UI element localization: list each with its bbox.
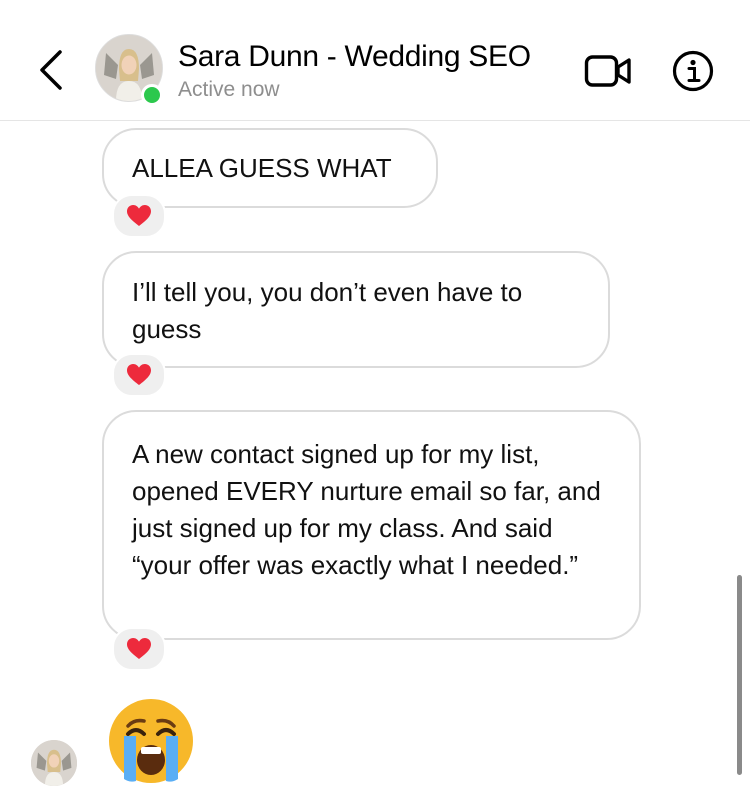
- message-text: ALLEA GUESS WHAT: [132, 152, 392, 183]
- message-bubble[interactable]: I’ll tell you, you don’t even have to gu…: [102, 251, 610, 368]
- chevron-left-icon: [40, 50, 62, 90]
- message-reaction[interactable]: [112, 353, 166, 397]
- heart-icon: [127, 205, 151, 226]
- chat-header: Sara Dunn - Wedding SEO Active now: [0, 0, 750, 121]
- online-indicator: [141, 84, 163, 106]
- video-call-button[interactable]: [584, 52, 634, 90]
- message-text: I’ll tell you, you don’t even have to gu…: [132, 277, 523, 344]
- contact-name[interactable]: Sara Dunn - Wedding SEO: [178, 40, 531, 74]
- active-status: Active now: [178, 78, 280, 101]
- info-button[interactable]: [672, 50, 714, 92]
- back-button[interactable]: [36, 48, 66, 92]
- info-icon: [672, 50, 714, 92]
- video-camera-icon: [584, 55, 631, 87]
- contact-avatar[interactable]: [95, 34, 163, 106]
- message-bubble[interactable]: A new contact signed up for my list, ope…: [102, 410, 641, 640]
- loudly-crying-face-icon: [109, 699, 193, 783]
- emoji-message[interactable]: [106, 696, 196, 786]
- heart-icon: [127, 364, 151, 385]
- scrollbar[interactable]: [737, 575, 742, 775]
- message-reaction[interactable]: [112, 194, 166, 238]
- sender-avatar[interactable]: [31, 740, 77, 786]
- message-reaction[interactable]: [112, 627, 166, 671]
- heart-icon: [127, 638, 151, 659]
- message-text: A new contact signed up for my list, ope…: [132, 439, 601, 580]
